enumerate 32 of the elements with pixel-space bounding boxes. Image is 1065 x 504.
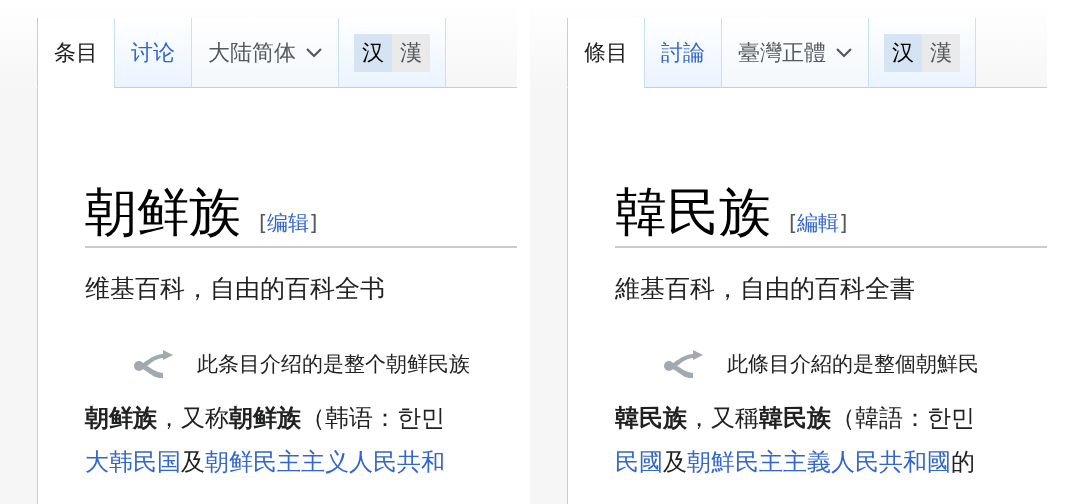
lead-text: 大韩民国及朝鲜民主主义人民共和: [85, 447, 446, 477]
chevron-down-icon: [836, 47, 852, 58]
page-title: 韓民族: [615, 184, 771, 240]
script-toggle-button[interactable]: 汉: [884, 33, 922, 72]
bracket: ]: [309, 211, 318, 235]
bracket: ]: [839, 211, 848, 235]
link[interactable]: 朝鲜民主主义人民共和: [205, 448, 445, 476]
link[interactable]: 朝鮮民主主義人民共和國: [687, 448, 951, 476]
tab[interactable]: 討論: [644, 18, 721, 88]
lead-text: 韓民族，又稱韓民族（韓語：한민: [615, 403, 976, 433]
variant-dropdown[interactable]: 大陆简体: [191, 18, 338, 88]
tab[interactable]: 条目: [37, 18, 114, 88]
tab[interactable]: 條目: [567, 18, 644, 88]
page-title: 朝鲜族: [85, 184, 241, 240]
edit-link[interactable]: 編輯: [797, 211, 840, 235]
tab[interactable]: 讨论: [114, 18, 191, 88]
link[interactable]: 民國: [615, 448, 663, 476]
variant-dropdown[interactable]: 臺灣正體: [721, 18, 868, 88]
hatnote-text: 此条目介绍的是整个朝鲜民族: [197, 351, 470, 378]
script-toggle-button[interactable]: 漢: [392, 33, 430, 72]
site-tagline: 维基百科，自由的百科全书: [85, 273, 386, 305]
script-toggle-button[interactable]: 汉: [354, 33, 392, 72]
hatnote-text: 此條目介紹的是整個朝鮮民: [727, 351, 979, 378]
site-tagline: 維基百科，自由的百科全書: [615, 273, 916, 305]
bracket: [: [259, 211, 268, 235]
script-toggle-button[interactable]: 漢: [922, 33, 960, 72]
link[interactable]: 大韩民国: [85, 448, 181, 476]
edit-link[interactable]: 编辑: [267, 211, 310, 235]
lead-text: 朝鲜族，又称朝鲜族（韩语：한민: [85, 403, 446, 433]
lead-text: 民國及朝鮮民主主義人民共和國的: [615, 447, 976, 477]
bracket: [: [789, 211, 798, 235]
chevron-down-icon: [306, 47, 322, 58]
